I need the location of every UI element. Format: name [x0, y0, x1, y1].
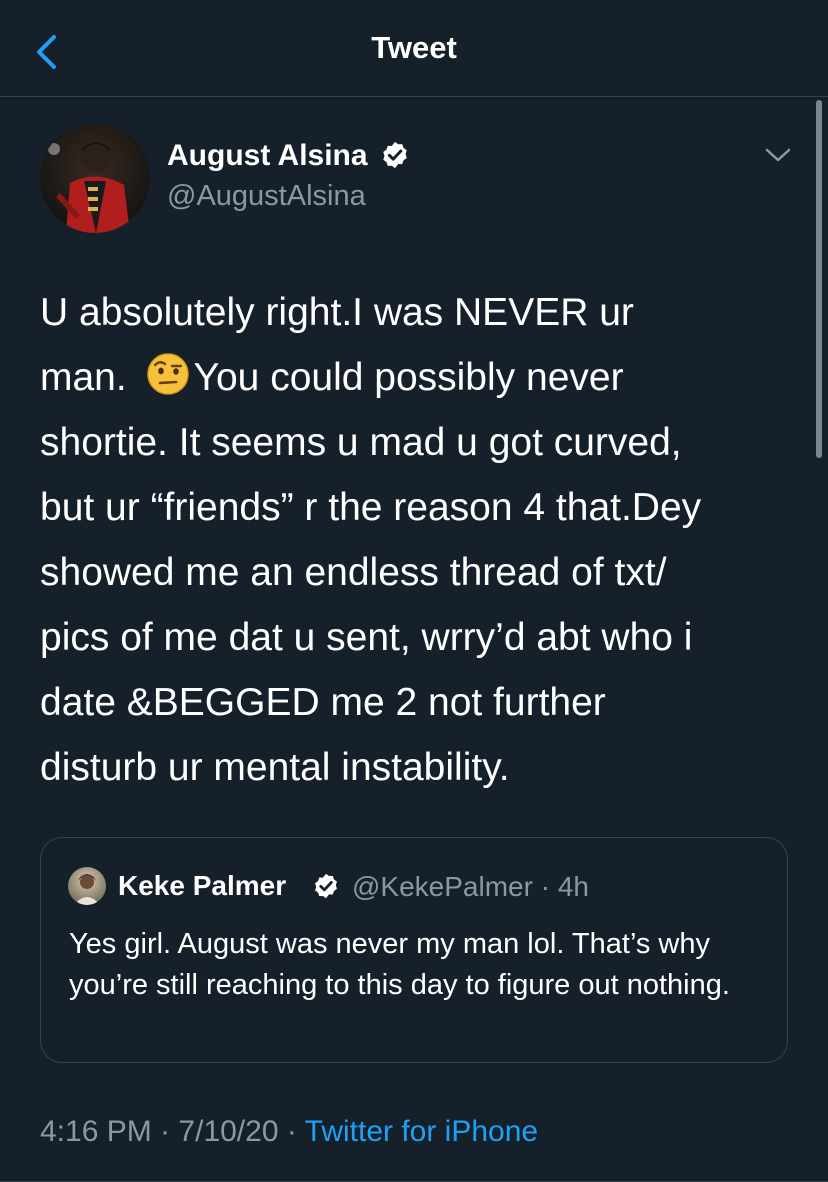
quoted-timestamp: 4h: [557, 871, 589, 902]
chevron-down-icon[interactable]: [764, 144, 792, 166]
face-with-raised-eyebrow-emoji: [146, 353, 189, 395]
tweet-date: 7/10/20: [178, 1115, 279, 1148]
author-avatar[interactable]: [40, 123, 150, 233]
quoted-author-avatar: [68, 867, 106, 905]
meta-separator-2: ·: [286, 1115, 297, 1148]
quoted-separator: ·: [540, 871, 551, 902]
quoted-handle-time: @KekePalmer · 4h: [352, 871, 589, 903]
quoted-verified-badge-icon: [315, 873, 337, 899]
page-title: Tweet: [371, 30, 457, 65]
tweet-text: U absolutely right.I was NEVER ur man. Y…: [40, 280, 800, 800]
quoted-author-name: Keke Palmer: [118, 870, 287, 901]
tweet-source-link[interactable]: Twitter for iPhone: [305, 1115, 538, 1148]
tweet-time: 4:16 PM: [40, 1115, 152, 1148]
verified-badge-icon: [383, 141, 407, 169]
tweet-text-part-2: You could possibly never shortie. It see…: [40, 356, 702, 789]
header-bar: Tweet: [0, 0, 828, 97]
meta-separator-1: ·: [160, 1115, 171, 1148]
quoted-author-handle: @KekePalmer: [352, 871, 533, 902]
quoted-tweet-card[interactable]: Keke Palmer @KekePalmer · 4h Yes girl. A…: [40, 837, 788, 1063]
quoted-avatar-photo: [74, 874, 100, 905]
quoted-tweet-text: Yes girl. August was never my man lol. T…: [69, 928, 730, 1001]
scrollbar[interactable]: [816, 100, 822, 458]
tweet-meta: 4:16 PM · 7/10/20 · Twitter for iPhone: [40, 1115, 538, 1149]
author-handle[interactable]: @AugustAlsina: [167, 180, 366, 213]
avatar-photo: [48, 142, 130, 233]
author-name[interactable]: August Alsina: [167, 139, 368, 173]
